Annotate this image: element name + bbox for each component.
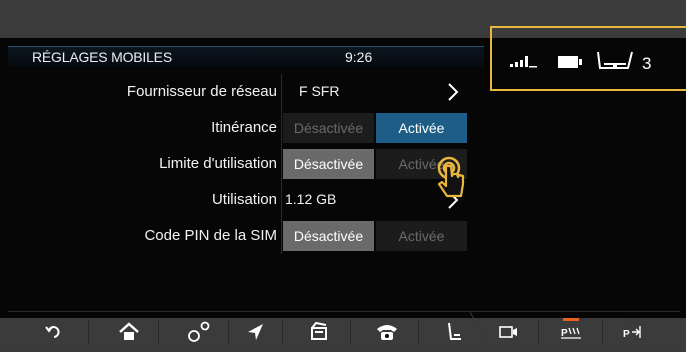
network-provider-row[interactable]: Fournisseur de réseau F SFR <box>8 74 482 110</box>
row-label: Fournisseur de réseau <box>126 83 277 100</box>
usage-row[interactable]: Utilisation 1.12 GB <box>8 182 482 218</box>
usage-limit-row: Limite d'utilisation Désactivée Activée <box>8 146 482 182</box>
camera-icon <box>499 326 517 338</box>
bottom-navigation-bar: P P <box>8 311 680 352</box>
chevron-right-icon <box>448 83 459 101</box>
row-label: Itinérance <box>211 119 277 136</box>
navigation-icon <box>248 324 263 340</box>
roaming-on-button[interactable]: Activée <box>376 113 467 143</box>
park-assist-button[interactable]: P <box>556 317 586 347</box>
divider <box>281 74 282 110</box>
phone-button[interactable] <box>372 317 402 347</box>
clock: 9:26 <box>345 49 373 65</box>
battery-icon <box>558 56 582 68</box>
roaming-row: Itinérance Désactivée Activée <box>8 110 482 146</box>
status-area-highlight: 3 <box>490 26 686 91</box>
back-button[interactable] <box>40 317 70 347</box>
sim-pin-on-button[interactable]: Activée <box>376 221 467 251</box>
divider <box>281 146 282 182</box>
connections-icon <box>188 321 210 342</box>
home-button[interactable] <box>114 317 144 347</box>
back-icon <box>45 326 60 338</box>
divider <box>281 110 282 146</box>
row-label: Limite d'utilisation <box>159 155 277 172</box>
status-digit: 3 <box>642 54 651 73</box>
seat-icon <box>615 51 633 69</box>
tab-edge <box>470 312 493 351</box>
divider <box>281 182 282 218</box>
header-bar: RÉGLAGES MOBILES 9:26 <box>8 46 484 67</box>
infotainment-screen: RÉGLAGES MOBILES 9:26 3 Fournisseur de r <box>0 26 686 351</box>
provider-name: F SFR <box>299 83 340 99</box>
park-exit-label: P <box>623 329 630 340</box>
phone-icon <box>377 325 397 340</box>
signal-icon <box>510 56 537 68</box>
divider <box>281 218 282 254</box>
sim-pin-row: Code PIN de la SIM Désactivée Activée <box>8 218 482 254</box>
sim-pin-off-button[interactable]: Désactivée <box>283 221 374 251</box>
row-label: Code PIN de la SIM <box>144 227 277 244</box>
park-assist-icon: P <box>561 318 581 339</box>
seat-icon <box>597 51 615 69</box>
touch-hand-icon <box>437 156 465 198</box>
usage-limit-off-button[interactable]: Désactivée <box>283 149 374 179</box>
park-exit-button[interactable]: P <box>618 317 648 347</box>
media-button[interactable] <box>304 317 334 347</box>
page-title: RÉGLAGES MOBILES <box>32 49 172 65</box>
park-exit-icon: P <box>623 318 641 340</box>
seat-icon <box>448 322 461 340</box>
connections-button[interactable] <box>184 317 214 347</box>
navigation-button[interactable] <box>240 317 270 347</box>
usage-amount: 1.12 GB <box>285 191 337 207</box>
status-icons: 3 <box>510 51 651 73</box>
media-icon <box>311 321 327 340</box>
camera-button[interactable] <box>494 317 524 347</box>
park-assist-label: P <box>561 328 568 339</box>
home-icon <box>119 322 139 340</box>
seat-button[interactable] <box>438 317 468 347</box>
row-label: Utilisation <box>211 191 277 208</box>
network-provider-value[interactable]: F SFR <box>283 77 469 107</box>
roaming-off-button[interactable]: Désactivée <box>283 113 374 143</box>
